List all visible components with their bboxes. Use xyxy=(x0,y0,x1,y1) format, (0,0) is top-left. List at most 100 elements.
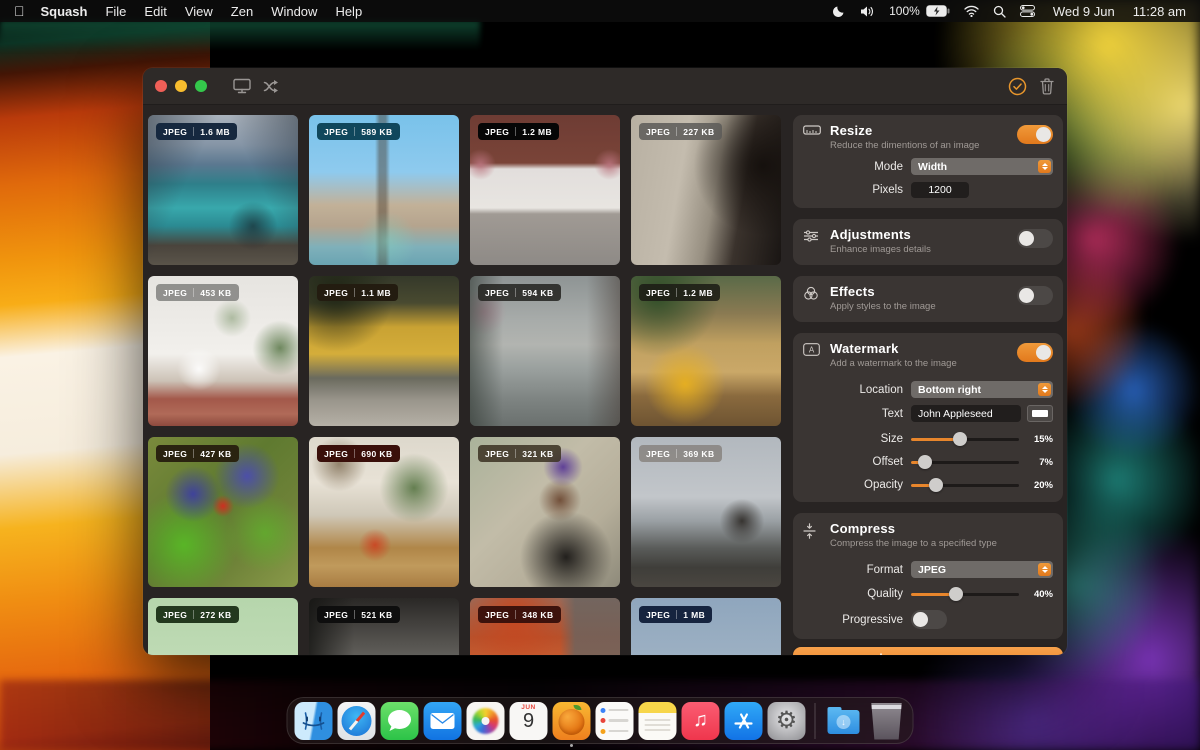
image-thumbnail[interactable]: JPEG594 KB xyxy=(470,276,620,426)
ruler-icon xyxy=(803,125,823,135)
resize-section: Resize Reduce the dimentions of an image… xyxy=(793,115,1063,208)
spotlight-search-icon[interactable] xyxy=(993,5,1006,18)
image-thumbnail[interactable]: JPEG272 KB xyxy=(148,598,298,655)
compress-quality-slider[interactable] xyxy=(911,587,1019,601)
close-window-button[interactable] xyxy=(155,80,167,92)
watermark-letter-icon: A xyxy=(803,343,823,356)
dock-item-calendar[interactable]: JUN 9 xyxy=(510,702,548,740)
dock-item-photos[interactable] xyxy=(467,702,505,740)
gear-icon: ⚙ xyxy=(776,706,798,735)
image-thumbnail[interactable]: JPEG589 KB xyxy=(309,115,459,265)
apple-menu-icon[interactable]:  xyxy=(14,3,25,19)
watermark-location-dropdown[interactable]: Bottom right xyxy=(911,381,1053,398)
badge-size: 594 KB xyxy=(522,288,553,298)
image-format-badge: JPEG690 KB xyxy=(317,445,400,462)
image-thumbnail[interactable]: JPEG690 KB xyxy=(309,437,459,587)
progressive-label: Progressive xyxy=(803,614,903,626)
preview-display-icon[interactable] xyxy=(233,78,251,94)
stepper-icon xyxy=(1038,563,1051,576)
menu-zen[interactable]: Zen xyxy=(231,4,253,19)
image-format-badge: JPEG594 KB xyxy=(478,284,561,301)
adjustments-section: Adjustments Enhance images details xyxy=(793,219,1063,265)
zoom-window-button[interactable] xyxy=(195,80,207,92)
resize-toggle[interactable] xyxy=(1017,125,1053,144)
image-format-badge: JPEG369 KB xyxy=(639,445,722,462)
dock-item-safari[interactable] xyxy=(338,702,376,740)
location-label: Location xyxy=(803,384,903,396)
dock-item-finder[interactable] xyxy=(295,702,333,740)
dock-item-messages[interactable] xyxy=(381,702,419,740)
watermark-color-swatch[interactable] xyxy=(1027,405,1053,422)
section-subtitle: Add a watermark to the image xyxy=(830,358,1009,369)
running-indicator xyxy=(570,744,573,747)
dock-item-trash[interactable] xyxy=(868,702,906,740)
dock-item-music[interactable]: ♫ xyxy=(682,702,720,740)
image-thumbnail[interactable]: JPEG348 KB xyxy=(470,598,620,655)
badge-size: 1.2 MB xyxy=(683,288,713,298)
badge-size: 427 KB xyxy=(200,449,231,459)
shuffle-icon[interactable] xyxy=(263,79,281,94)
image-thumbnail[interactable]: JPEG227 KB xyxy=(631,115,781,265)
text-label: Text xyxy=(803,408,903,420)
menu-clock-date[interactable]: Wed 9 Jun xyxy=(1053,4,1115,19)
menu-clock-time[interactable]: 11:28 am xyxy=(1133,4,1186,19)
watermark-size-slider[interactable] xyxy=(911,432,1019,446)
image-thumbnail[interactable]: JPEG427 KB xyxy=(148,437,298,587)
minimize-window-button[interactable] xyxy=(175,80,187,92)
image-thumbnail[interactable]: JPEG321 KB xyxy=(470,437,620,587)
dock-item-mail[interactable] xyxy=(424,702,462,740)
dock-item-squash[interactable] xyxy=(553,702,591,740)
image-thumbnail[interactable]: JPEG1.6 MB xyxy=(148,115,298,265)
compress-format-dropdown[interactable]: JPEG xyxy=(911,561,1053,578)
badge-format: JPEG xyxy=(324,449,348,459)
menu-window[interactable]: Window xyxy=(271,4,317,19)
image-format-badge: JPEG453 KB xyxy=(156,284,239,301)
menu-file[interactable]: File xyxy=(105,4,126,19)
section-title: Adjustments xyxy=(830,227,1009,242)
menu-edit[interactable]: Edit xyxy=(144,4,166,19)
do-not-disturb-icon[interactable] xyxy=(832,4,846,18)
effects-toggle[interactable] xyxy=(1017,286,1053,305)
image-thumbnail[interactable]: JPEG1.2 MB xyxy=(470,115,620,265)
watermark-toggle[interactable] xyxy=(1017,343,1053,362)
badge-format: JPEG xyxy=(324,127,348,137)
dock-item-notes[interactable] xyxy=(639,702,677,740)
battery-icon[interactable] xyxy=(926,5,950,17)
image-thumbnail[interactable]: JPEG369 KB xyxy=(631,437,781,587)
menu-help[interactable]: Help xyxy=(335,4,362,19)
volume-icon[interactable] xyxy=(860,5,875,18)
resize-mode-dropdown[interactable]: Width xyxy=(911,158,1053,175)
dock-item-downloads[interactable]: ↓ xyxy=(825,702,863,740)
image-thumbnail[interactable]: JPEG453 KB xyxy=(148,276,298,426)
window-titlebar[interactable] xyxy=(143,68,1067,105)
watermark-text-input[interactable]: John Appleseed xyxy=(911,405,1021,422)
image-format-badge: JPEG521 KB xyxy=(317,606,400,623)
image-format-badge: JPEG227 KB xyxy=(639,123,722,140)
wifi-icon[interactable] xyxy=(964,5,979,17)
pixels-input[interactable]: 1200 xyxy=(911,182,969,198)
trash-icon[interactable] xyxy=(1039,77,1055,95)
image-thumbnail[interactable]: JPEG521 KB xyxy=(309,598,459,655)
badge-size: 1 MB xyxy=(683,610,705,620)
watermark-opacity-slider[interactable] xyxy=(911,478,1019,492)
progressive-toggle[interactable] xyxy=(911,610,947,629)
section-title: Compress xyxy=(830,521,1053,536)
export-images-button[interactable]: Export Images xyxy=(793,647,1063,655)
dock-item-system-preferences[interactable]: ⚙ xyxy=(768,702,806,740)
dock: JUN 9 ♫ ⚙ ↓ xyxy=(287,697,914,744)
select-all-check-icon[interactable] xyxy=(1008,77,1027,96)
adjustments-toggle[interactable] xyxy=(1017,229,1053,248)
watermark-offset-slider[interactable] xyxy=(911,455,1019,469)
image-thumbnail[interactable]: JPEG1.1 MB xyxy=(309,276,459,426)
export-button-label: Export Images xyxy=(895,654,981,656)
badge-size: 272 KB xyxy=(200,610,231,620)
control-center-icon[interactable] xyxy=(1020,5,1035,17)
dock-item-appstore[interactable] xyxy=(725,702,763,740)
badge-format: JPEG xyxy=(646,127,670,137)
menu-app-name[interactable]: Squash xyxy=(41,4,88,19)
image-thumbnail[interactable]: JPEG1.2 MB xyxy=(631,276,781,426)
dock-item-reminders[interactable] xyxy=(596,702,634,740)
menu-view[interactable]: View xyxy=(185,4,213,19)
pixels-label: Pixels xyxy=(803,184,903,196)
image-thumbnail-selected[interactable]: JPEG1 MB xyxy=(631,598,781,655)
